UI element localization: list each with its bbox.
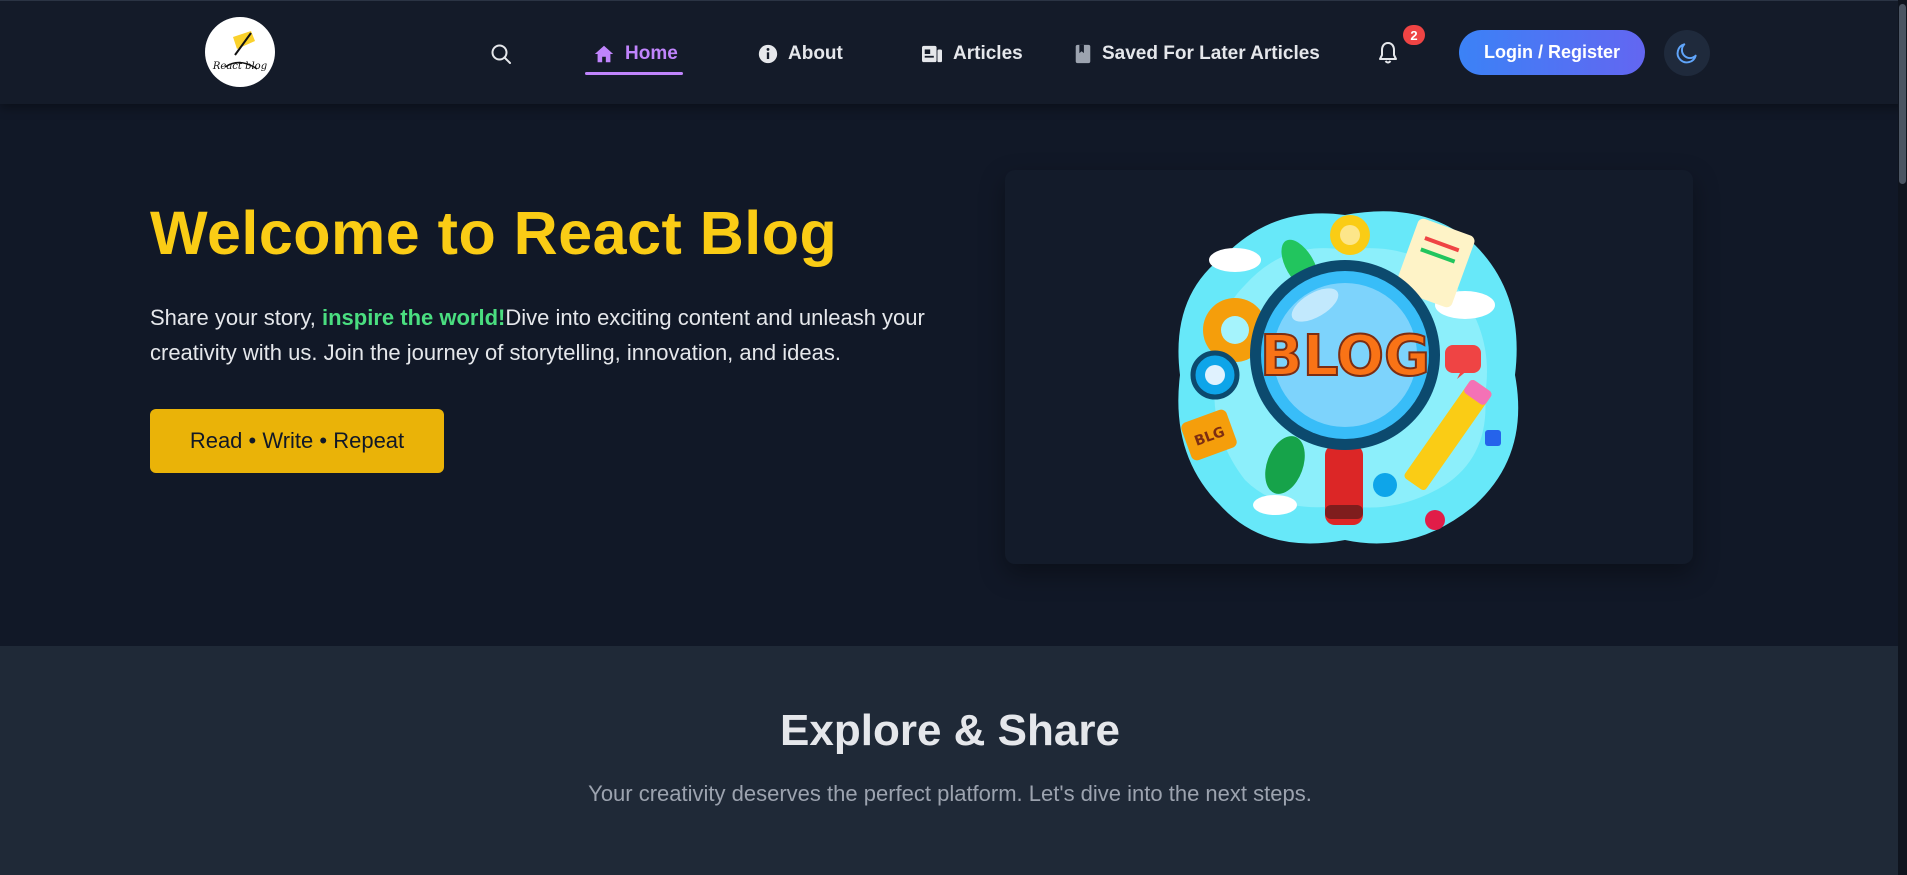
nav-about[interactable]: About <box>758 37 843 71</box>
svg-text:React blog: React blog <box>212 61 267 72</box>
explore-subtitle: Your creativity deserves the perfect pla… <box>588 781 1312 806</box>
top-navbar: React blog Home About Articles Saved For… <box>0 0 1907 104</box>
site-logo[interactable]: React blog <box>205 17 275 87</box>
search-button[interactable] <box>486 39 516 69</box>
blog-illustration-image: BLG BLOG <box>1178 211 1519 544</box>
bookmark-icon <box>1075 44 1091 64</box>
blog-illustration-text: BLOG <box>1260 324 1430 389</box>
home-icon <box>594 45 614 63</box>
nav-about-label: About <box>788 43 843 64</box>
notification-badge: 2 <box>1403 25 1425 45</box>
notifications-button[interactable] <box>1373 37 1403 69</box>
nav-saved-articles[interactable]: Saved For Later Articles <box>1074 37 1320 71</box>
nav-active-indicator <box>585 72 683 75</box>
nav-articles-label: Articles <box>953 43 1023 64</box>
login-register-button[interactable]: Login / Register <box>1459 30 1645 75</box>
moon-icon <box>1676 43 1697 64</box>
explore-section <box>0 646 1907 875</box>
explore-title: Explore & Share <box>780 706 1120 755</box>
search-icon <box>491 44 511 64</box>
hero-text-part1: Share your story, <box>150 305 322 330</box>
nav-articles[interactable]: Articles <box>921 37 1023 71</box>
hero-description: Share your story, inspire the world!Dive… <box>150 300 950 370</box>
nav-home-label: Home <box>625 43 678 64</box>
nav-home[interactable]: Home <box>593 37 678 71</box>
articles-icon <box>922 45 942 63</box>
info-icon <box>758 44 778 64</box>
theme-toggle-button[interactable] <box>1664 30 1710 76</box>
bell-icon <box>1379 42 1397 64</box>
hero-text-highlight: inspire the world! <box>322 305 506 330</box>
logo-icon: React blog <box>206 18 274 86</box>
hero-title: Welcome to React Blog <box>150 199 838 267</box>
scrollbar-thumb[interactable] <box>1899 4 1906 184</box>
read-write-repeat-button[interactable]: Read • Write • Repeat <box>150 409 444 473</box>
nav-saved-label: Saved For Later Articles <box>1102 43 1320 64</box>
page-scrollbar[interactable] <box>1898 0 1907 875</box>
